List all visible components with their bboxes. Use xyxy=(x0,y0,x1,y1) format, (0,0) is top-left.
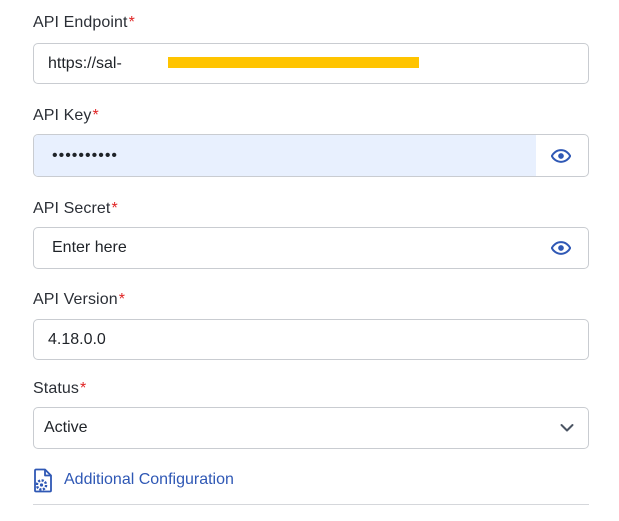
divider xyxy=(33,504,589,505)
required-marker: * xyxy=(92,107,99,124)
api-secret-label-text: API Secret xyxy=(33,200,111,217)
required-marker: * xyxy=(79,380,87,397)
api-endpoint-label: API Endpoint* xyxy=(33,14,135,32)
api-endpoint-value: https://sal- xyxy=(48,54,122,72)
api-key-value: •••••••••• xyxy=(52,146,119,164)
additional-configuration-label: Additional Configuration xyxy=(64,471,234,488)
api-key-label: API Key* xyxy=(33,107,99,125)
api-key-field[interactable]: •••••••••• xyxy=(33,134,589,177)
status-label-text: Status xyxy=(33,380,79,397)
chevron-down-icon[interactable] xyxy=(560,424,574,433)
eye-icon[interactable] xyxy=(551,148,571,163)
api-endpoint-field[interactable]: https://sal- xyxy=(33,43,589,84)
required-marker: * xyxy=(111,200,118,217)
file-settings-icon xyxy=(34,468,52,493)
api-version-field[interactable]: 4.18.0.0 xyxy=(33,319,589,360)
redaction-bar xyxy=(168,57,419,68)
api-endpoint-label-text: API Endpoint xyxy=(33,14,128,31)
api-key-label-text: API Key xyxy=(33,107,92,124)
api-version-value: 4.18.0.0 xyxy=(48,330,106,348)
api-version-label: API Version* xyxy=(33,291,125,309)
eye-icon[interactable] xyxy=(551,241,571,255)
additional-configuration-link[interactable]: Additional Configuration xyxy=(33,467,234,493)
status-value: Active xyxy=(44,419,88,436)
required-marker: * xyxy=(128,14,135,31)
required-marker: * xyxy=(118,291,126,308)
status-select[interactable]: Active xyxy=(33,407,589,449)
api-version-label-text: API Version xyxy=(33,291,118,308)
api-secret-label: API Secret* xyxy=(33,200,118,218)
api-secret-field[interactable]: Enter here xyxy=(33,227,589,269)
api-secret-placeholder: Enter here xyxy=(52,239,127,256)
status-label: Status* xyxy=(33,380,86,398)
